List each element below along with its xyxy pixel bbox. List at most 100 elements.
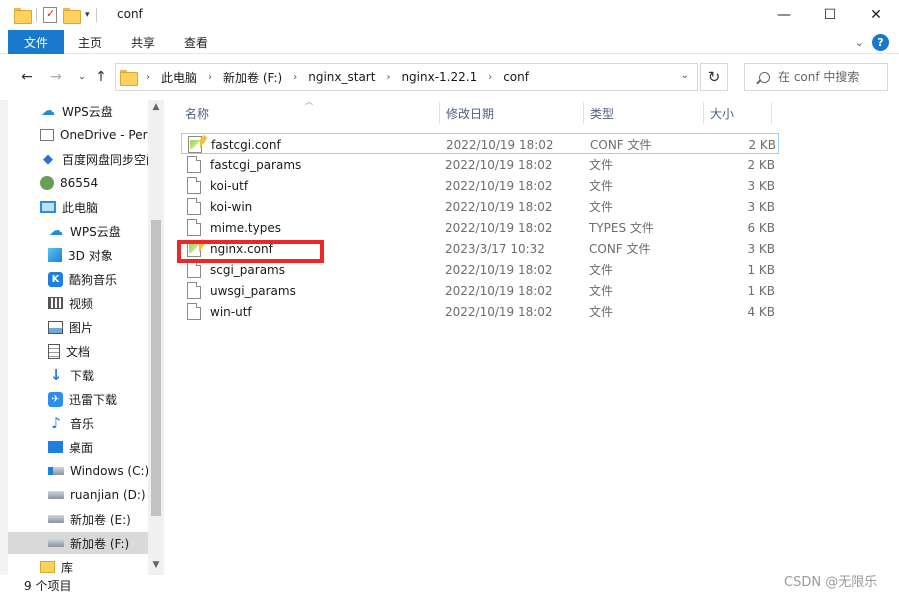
nav-item-user[interactable]: 86554 (40, 172, 98, 194)
file-icon (187, 177, 201, 194)
nav-item-label: WPS云盘 (62, 104, 113, 119)
nav-item-pictures[interactable]: 图片 (48, 316, 93, 338)
nav-item-this-pc[interactable]: 此电脑 (40, 196, 98, 218)
breadcrumb-nginx-version[interactable]: nginx-1.22.1 (401, 70, 477, 84)
file-icon (187, 198, 201, 215)
nav-item-documents[interactable]: 文档 (48, 340, 90, 362)
help-icon[interactable]: ? (872, 34, 889, 51)
file-type: 文件 (589, 200, 614, 214)
nav-item-wps-cloud-2[interactable]: ☁ WPS云盘 (48, 220, 121, 242)
file-icon (187, 219, 201, 236)
nav-item-drive-f[interactable]: 新加卷 (F:) (8, 532, 148, 554)
column-divider[interactable] (771, 102, 772, 124)
column-divider[interactable] (583, 102, 584, 124)
watermark: CSDN @无限乐 (784, 575, 878, 590)
file-modified: 2022/10/19 18:02 (445, 220, 553, 235)
nav-item-drive-d[interactable]: ruanjian (D:) (48, 484, 146, 506)
expand-ribbon-icon[interactable]: ⌄ (855, 36, 864, 49)
nav-item-downloads[interactable]: ↓ 下载 (48, 364, 94, 386)
refresh-button[interactable]: ↻ (700, 63, 728, 91)
customize-toolbar-icon[interactable]: ▾ (85, 10, 90, 20)
chevron-right-icon[interactable]: › (208, 72, 212, 83)
nav-item-3d-objects[interactable]: 3D 对象 (48, 244, 113, 266)
divider (95, 8, 97, 22)
new-folder-icon[interactable] (63, 8, 81, 24)
nav-item-xunlei[interactable]: ✈ 迅雷下载 (48, 388, 117, 410)
desktop-icon (48, 441, 63, 453)
breadcrumb-nginx-start[interactable]: nginx_start (308, 70, 375, 84)
drive-icon (48, 467, 64, 475)
nav-item-label: 下载 (70, 368, 95, 383)
breadcrumb-conf[interactable]: conf (503, 70, 529, 84)
nav-item-onedrive[interactable]: OneDrive - Per (40, 124, 148, 146)
window-title: conf (117, 7, 143, 21)
tab-file[interactable]: 文件 (8, 30, 64, 54)
breadcrumb-drive-f[interactable]: 新加卷 (F:) (223, 69, 282, 86)
nav-item-desktop[interactable]: 桌面 (48, 436, 93, 458)
file-row-koi-utf[interactable]: koi-utf 2022/10/19 18:02 文件 3 KB (181, 175, 779, 196)
minimize-button[interactable]: — (761, 0, 807, 30)
chevron-right-icon[interactable]: › (293, 72, 297, 83)
window-controls: — ☐ ✕ (761, 0, 899, 30)
nav-item-libraries[interactable]: 库 (40, 556, 73, 575)
file-type: TYPES 文件 (589, 221, 654, 235)
tab-view[interactable]: 查看 (184, 30, 208, 54)
file-size: 6 KB (747, 220, 775, 235)
nav-item-videos[interactable]: 视频 (48, 292, 93, 314)
nav-item-baidu-sync[interactable]: ◆ 百度网盘同步空间 (40, 148, 148, 170)
conf-file-icon (188, 136, 202, 153)
column-divider[interactable] (439, 102, 440, 124)
item-count: 9 个项目 (24, 579, 72, 593)
file-row-win-utf[interactable]: win-utf 2022/10/19 18:02 文件 4 KB (181, 301, 779, 322)
search-box[interactable] (744, 63, 888, 91)
nav-item-label: 新加卷 (F:) (70, 536, 130, 551)
recent-locations-icon[interactable]: ⌄ (72, 66, 92, 88)
properties-icon[interactable] (43, 7, 57, 23)
column-divider[interactable] (703, 102, 704, 124)
breadcrumb-this-pc[interactable]: 此电脑 (161, 69, 197, 86)
column-header-type[interactable]: 类型 (590, 100, 614, 126)
maximize-button[interactable]: ☐ (807, 0, 853, 30)
scrollbar-thumb[interactable] (151, 220, 161, 516)
navigation-row: ← → ⌄ ↑ › 此电脑 › 新加卷 (F:) › nginx_start ›… (0, 62, 899, 92)
chevron-right-icon[interactable]: › (488, 72, 492, 83)
nav-item-label: 迅雷下载 (69, 392, 118, 407)
chevron-right-icon[interactable]: › (386, 72, 390, 83)
nav-item-drive-e[interactable]: 新加卷 (E:) (48, 508, 131, 530)
file-type: CONF 文件 (590, 138, 652, 152)
file-icon (187, 156, 201, 173)
chevron-down-icon[interactable]: ⌄ (681, 70, 689, 81)
file-name: win-utf (210, 304, 252, 319)
search-input[interactable] (778, 70, 878, 84)
column-header-size[interactable]: 大小 (710, 100, 734, 126)
file-row-mime-types[interactable]: mime.types 2022/10/19 18:02 TYPES 文件 6 K… (181, 217, 779, 238)
file-row-fastcgi-params[interactable]: fastcgi_params 2022/10/19 18:02 文件 2 KB (181, 154, 779, 175)
address-bar[interactable]: › 此电脑 › 新加卷 (F:) › nginx_start › nginx-1… (115, 63, 698, 91)
up-button[interactable]: ↑ (91, 66, 111, 88)
nav-item-kugou[interactable]: K 酷狗音乐 (48, 268, 117, 290)
tab-share[interactable]: 共享 (131, 30, 155, 54)
nav-scrollbar[interactable]: ▲ ▼ (148, 100, 164, 575)
file-row-koi-win[interactable]: koi-win 2022/10/19 18:02 文件 3 KB (181, 196, 779, 217)
scroll-up-icon[interactable]: ▲ (148, 102, 164, 112)
file-size: 1 KB (747, 283, 775, 298)
close-button[interactable]: ✕ (853, 0, 899, 30)
annotation-highlight-box (177, 240, 324, 263)
nav-item-wps-cloud[interactable]: ☁ WPS云盘 (40, 100, 113, 122)
chevron-right-icon[interactable]: › (146, 72, 150, 83)
search-icon (759, 71, 770, 83)
nav-item-music[interactable]: ♪ 音乐 (48, 412, 94, 434)
column-header-name[interactable]: 名称 (185, 100, 209, 126)
title-bar: ▾ conf — ☐ ✕ (0, 0, 899, 30)
forward-button[interactable]: → (46, 66, 66, 88)
column-header-modified[interactable]: 修改日期 (446, 100, 494, 126)
file-row-uwsgi-params[interactable]: uwsgi_params 2022/10/19 18:02 文件 1 KB (181, 280, 779, 301)
file-size: 4 KB (747, 304, 775, 319)
back-button[interactable]: ← (17, 66, 37, 88)
file-row-fastcgi-conf[interactable]: fastcgi.conf 2022/10/19 18:02 CONF 文件 2 … (181, 133, 779, 154)
tab-home[interactable]: 主页 (78, 30, 102, 54)
nav-item-drive-c[interactable]: Windows (C:) (48, 460, 148, 482)
file-type: 文件 (589, 305, 614, 319)
scroll-down-icon[interactable]: ▼ (148, 560, 164, 570)
nav-item-label: 此电脑 (62, 200, 99, 215)
